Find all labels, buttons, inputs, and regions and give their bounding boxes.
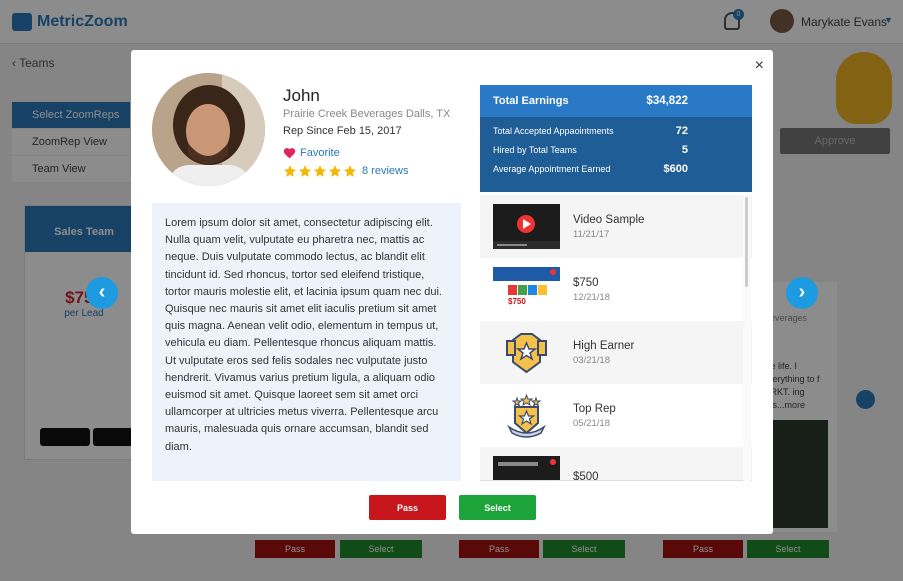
zoho-ad-price: $750 — [508, 297, 526, 306]
item-date: 11/21/17 — [573, 228, 610, 240]
list-item[interactable]: Top Rep 05/21/18 — [480, 384, 752, 447]
item-title: $500 — [573, 471, 599, 481]
list-item[interactable]: $500 — [480, 447, 752, 481]
rep-since: Rep Since Feb 15, 2017 — [283, 125, 402, 137]
star-icon — [313, 165, 327, 177]
favorite-label: Favorite — [300, 147, 340, 159]
item-title: High Earner — [573, 339, 635, 352]
high-earner-badge-icon — [493, 330, 560, 375]
select-button[interactable]: Select — [459, 495, 536, 520]
stat-label: Hired by Total Teams — [493, 144, 577, 155]
total-earnings-row: Total Earnings $34,822 — [480, 85, 752, 117]
stat-value: $600 — [663, 162, 688, 175]
item-date: 03/21/18 — [573, 354, 610, 366]
item-title: Video Sample — [573, 213, 645, 226]
zoho-ad-thumbnail[interactable]: $750 — [493, 267, 560, 312]
earnings-stats-panel: Total Earnings $34,822 Total Accepted Ap… — [480, 85, 752, 192]
star-icon — [328, 165, 342, 177]
list-item[interactable]: Video Sample 11/21/17 — [480, 195, 752, 258]
reviews-link[interactable]: 8 reviews — [362, 165, 408, 177]
rep-photo — [152, 73, 265, 186]
stat-row: Average Appointment Earned $600 — [480, 159, 752, 178]
pass-button[interactable]: Pass — [369, 495, 446, 520]
item-title: $750 — [573, 276, 599, 289]
item-date: 05/21/18 — [573, 417, 610, 429]
star-icon — [343, 165, 357, 177]
rep-company: Prairie Creek Beverages Dalls, TX — [283, 108, 451, 120]
video-thumbnail[interactable] — [493, 204, 560, 249]
total-earnings-value: $34,822 — [646, 95, 688, 107]
stat-row: Total Accepted Appaointments 72 — [480, 121, 752, 140]
item-date: 12/21/18 — [573, 291, 610, 303]
zoho-ad-thumbnail[interactable] — [493, 456, 560, 480]
scrollbar-thumb[interactable] — [745, 197, 748, 287]
close-icon[interactable]: × — [755, 57, 764, 75]
rep-bio: Lorem ipsum dolor sit amet, consectetur … — [152, 203, 461, 481]
stat-label: Average Appointment Earned — [493, 163, 611, 174]
stat-row: Hired by Total Teams 5 — [480, 140, 752, 159]
favorite-toggle[interactable]: Favorite — [283, 146, 340, 160]
list-scrollbar[interactable] — [743, 195, 751, 481]
star-icon — [283, 165, 297, 177]
stat-value: 72 — [675, 124, 688, 137]
total-earnings-label: Total Earnings — [493, 95, 569, 107]
star-icon — [298, 165, 312, 177]
item-title: Top Rep — [573, 402, 616, 415]
rep-profile-modal: × John Prairie Creek Beverages Dalls, TX… — [131, 50, 773, 534]
rating-stars: 8 reviews — [283, 164, 408, 178]
next-rep-arrow-icon[interactable]: › — [786, 277, 818, 309]
list-item[interactable]: High Earner 03/21/18 — [480, 321, 752, 384]
heart-icon — [283, 148, 296, 159]
stat-value: 5 — [681, 143, 688, 156]
previous-rep-arrow-icon[interactable]: ‹ — [86, 277, 118, 309]
stat-label: Total Accepted Appaointments — [493, 125, 614, 136]
list-item[interactable]: $750 $750 12/21/18 — [480, 258, 752, 321]
top-rep-badge-icon — [493, 393, 560, 438]
rep-name: John — [283, 86, 320, 105]
portfolio-list[interactable]: Video Sample 11/21/17 $750 $750 12/21/18… — [480, 195, 752, 481]
